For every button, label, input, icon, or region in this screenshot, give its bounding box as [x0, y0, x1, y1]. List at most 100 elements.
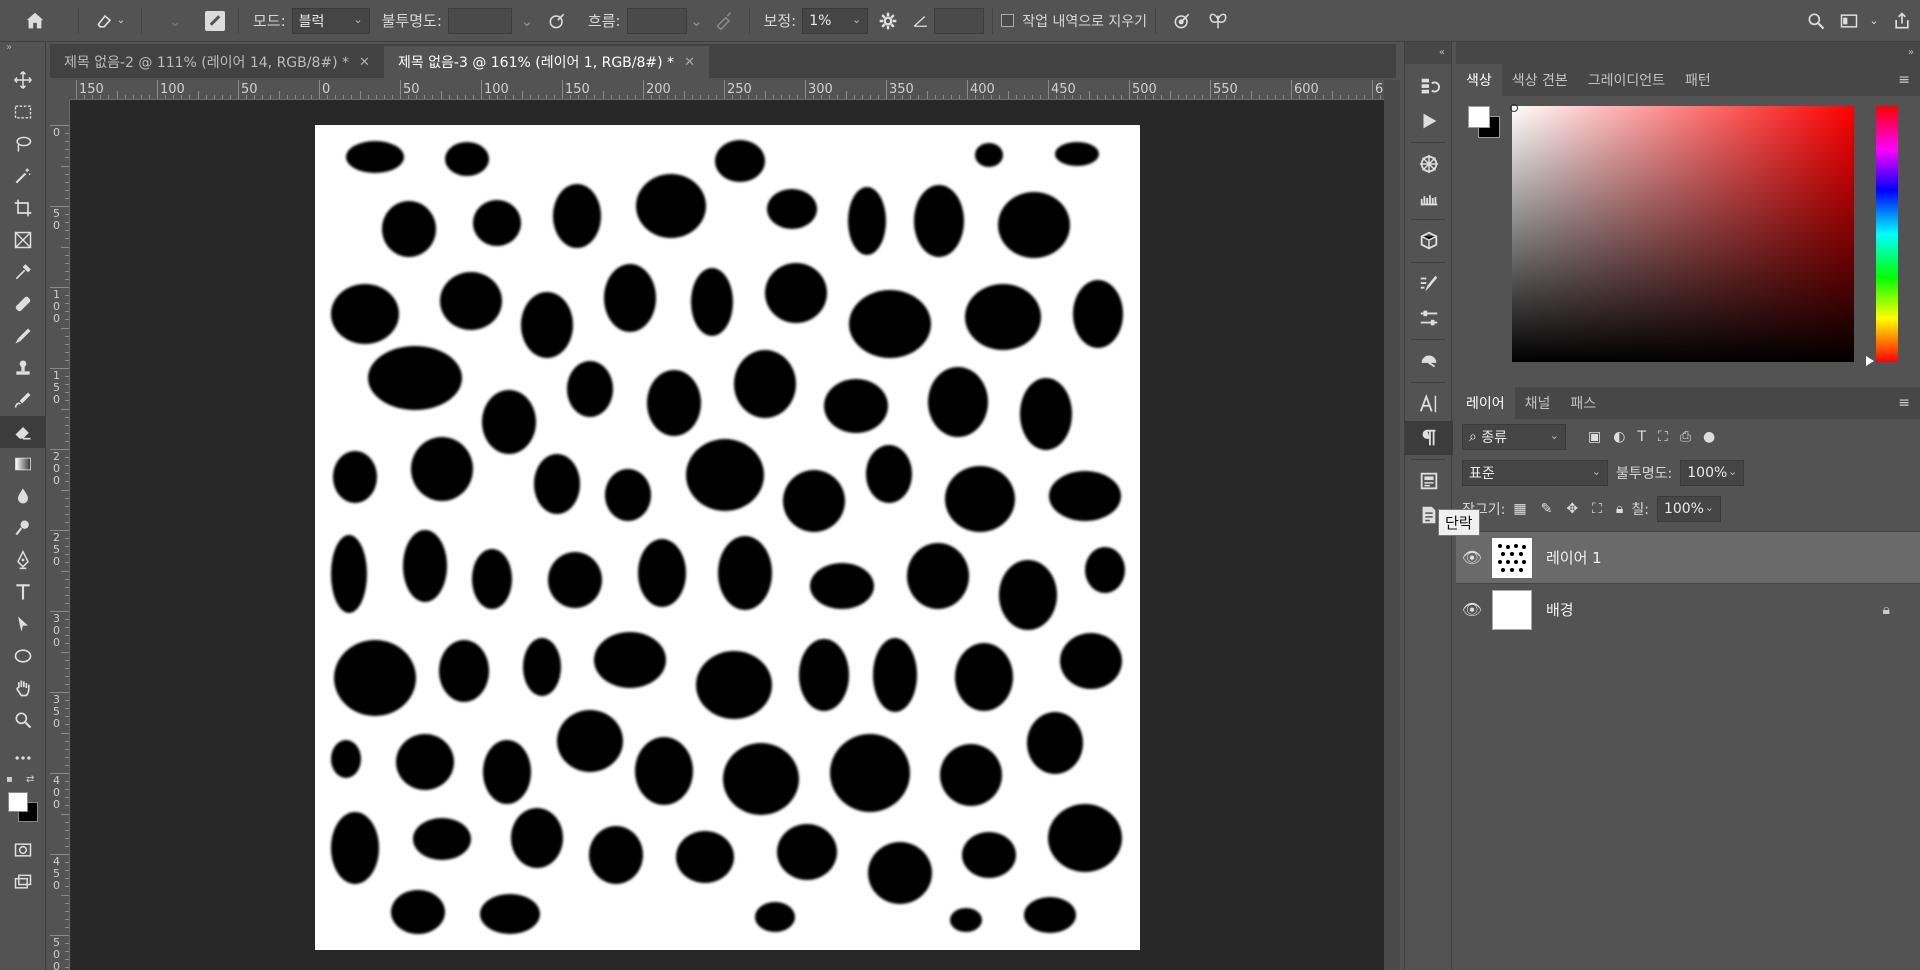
close-icon[interactable]: ✕: [684, 55, 695, 70]
eyedropper-tool-icon[interactable]: [0, 256, 46, 288]
layer-name[interactable]: 레이어 1: [1546, 547, 1602, 568]
pressure-size-icon[interactable]: [1164, 6, 1200, 36]
brush-tool-icon[interactable]: [0, 320, 46, 352]
3d-panel-icon[interactable]: [1405, 224, 1453, 258]
blur-tool-icon[interactable]: [0, 480, 46, 512]
actions-play-icon[interactable]: [1405, 104, 1453, 138]
tab-channels[interactable]: 채널: [1515, 387, 1561, 419]
gradient-tool-icon[interactable]: [0, 448, 46, 480]
glyphs-panel-icon[interactable]: [1405, 464, 1453, 498]
horizontal-ruler[interactable]: 150 100 50 0 50 100 150 200 250 300 350 400 450 500 55…: [70, 80, 1384, 100]
eraser-tool-icon[interactable]: [0, 416, 46, 448]
character-panel-icon[interactable]: [1405, 387, 1453, 421]
type-layer-filter-icon[interactable]: T: [1637, 429, 1646, 445]
tab-document-3[interactable]: 제목 없음-3 @ 161% (레이어 1, RGB/8#) * ✕: [383, 46, 709, 78]
layer-row-background[interactable]: 👁︎ 배경 🔒︎: [1456, 583, 1920, 635]
mode-select[interactable]: 블럭 ⌄: [291, 7, 370, 34]
magic-wand-tool-icon[interactable]: [0, 160, 46, 192]
hue-slider[interactable]: [1876, 106, 1898, 362]
pen-tool-icon[interactable]: [0, 544, 46, 576]
layer-name[interactable]: 배경: [1546, 599, 1574, 620]
search-icon[interactable]: [1798, 6, 1834, 36]
lock-transparent-pixels-icon[interactable]: ▦: [1513, 501, 1526, 517]
layer-thumbnail[interactable]: [1492, 537, 1532, 578]
history-panel-icon[interactable]: [1405, 70, 1453, 104]
filter-toggle-icon[interactable]: ●: [1703, 429, 1715, 445]
visibility-eye-icon[interactable]: 👁︎: [1456, 548, 1488, 567]
airbrush-icon[interactable]: [707, 6, 741, 36]
healing-brush-tool-icon[interactable]: [0, 288, 46, 320]
opacity-input[interactable]: [447, 7, 512, 34]
dock-collapse-icon[interactable]: «: [1405, 42, 1451, 64]
symmetry-butterfly-icon[interactable]: [1200, 6, 1236, 36]
adjustments-panel-icon[interactable]: [1405, 301, 1453, 335]
type-tool-icon[interactable]: [0, 576, 46, 608]
flow-dropdown[interactable]: ⌄: [687, 6, 707, 36]
ruler-corner[interactable]: [50, 80, 70, 100]
brush-preset-panel-icon[interactable]: [1405, 267, 1453, 301]
close-icon[interactable]: ✕: [359, 55, 370, 70]
tool-presets-panel-icon[interactable]: [1405, 344, 1453, 378]
hue-slider-handle[interactable]: [1866, 356, 1874, 366]
crop-tool-icon[interactable]: [0, 192, 46, 224]
opacity-dropdown[interactable]: ⌄: [512, 6, 542, 36]
toolbar-collapse-icon[interactable]: »: [0, 42, 45, 54]
eraser-tool-preset-icon[interactable]: ⌄: [87, 6, 133, 36]
brush-preset-picker[interactable]: ⌄: [150, 6, 200, 36]
tab-patterns[interactable]: 패턴: [1675, 64, 1721, 96]
layer-row-layer-1[interactable]: 👁︎ 레이어 1: [1456, 531, 1920, 583]
panel-menu-icon[interactable]: ≡: [1898, 72, 1910, 88]
share-icon[interactable]: [1884, 6, 1920, 36]
quick-mask-icon[interactable]: [0, 834, 46, 866]
document-canvas[interactable]: [315, 125, 1140, 950]
path-selection-tool-icon[interactable]: [0, 608, 46, 640]
lock-all-icon[interactable]: 🔒︎: [1616, 501, 1623, 517]
tab-color[interactable]: 색상: [1456, 64, 1502, 96]
brush-settings-panel-icon[interactable]: [1405, 147, 1453, 181]
history-brush-tool-icon[interactable]: [0, 384, 46, 416]
move-tool-icon[interactable]: [0, 64, 46, 96]
fill-input[interactable]: 100% ⌄: [1656, 496, 1721, 522]
canvas-area[interactable]: [70, 100, 1384, 970]
color-field[interactable]: [1512, 106, 1854, 362]
clone-stamp-tool-icon[interactable]: [0, 352, 46, 384]
workspace-dropdown-chevron-icon[interactable]: ⌄: [1864, 6, 1884, 36]
adjustment-layer-filter-icon[interactable]: ◐: [1613, 429, 1625, 445]
canvas-scrollbar[interactable]: [1384, 80, 1400, 970]
screen-mode-icon[interactable]: [0, 866, 46, 898]
brush-settings-icon[interactable]: [200, 6, 230, 36]
smart-object-filter-icon[interactable]: ⎙: [1680, 429, 1691, 445]
home-icon[interactable]: [0, 6, 70, 36]
dodge-tool-icon[interactable]: [0, 512, 46, 544]
tab-gradients[interactable]: 그레이디언트: [1578, 64, 1675, 96]
foreground-color-swatch[interactable]: [1468, 106, 1490, 128]
paragraph-panel-icon[interactable]: [1405, 421, 1453, 455]
tab-layers[interactable]: 레이어: [1456, 387, 1515, 419]
shape-layer-filter-icon[interactable]: ⛶: [1658, 429, 1668, 445]
default-colors-icon[interactable]: ▪: [6, 774, 13, 785]
angle-icon[interactable]: [908, 6, 934, 36]
pressure-opacity-icon[interactable]: [542, 6, 572, 36]
zoom-tool-icon[interactable]: [0, 704, 46, 736]
smoothing-settings-gear-icon[interactable]: [868, 6, 908, 36]
pixel-layer-filter-icon[interactable]: ▣: [1588, 429, 1601, 445]
brushes-panel-icon[interactable]: [1405, 181, 1453, 215]
foreground-color-swatch[interactable]: [8, 792, 28, 812]
vertical-ruler[interactable]: 0 50 100 150 200 250 300 350 400 450 500: [50, 100, 70, 970]
swap-colors-icon[interactable]: ⇄: [26, 774, 34, 785]
lock-icon[interactable]: 🔒︎: [1883, 602, 1890, 618]
color-picker-cursor[interactable]: [1510, 104, 1518, 112]
ellipse-tool-icon[interactable]: [0, 640, 46, 672]
visibility-eye-icon[interactable]: 👁︎: [1456, 600, 1488, 619]
layer-filter-select[interactable]: ⌕ 종류 ⌄: [1462, 424, 1566, 450]
smoothing-input[interactable]: 1% ⌄: [802, 7, 869, 34]
hand-tool-icon[interactable]: [0, 672, 46, 704]
workspace-icon[interactable]: [1834, 6, 1864, 36]
angle-input[interactable]: [934, 7, 985, 34]
panel-menu-icon[interactable]: ≡: [1898, 395, 1910, 411]
tab-swatches[interactable]: 색상 견본: [1502, 64, 1578, 96]
lasso-tool-icon[interactable]: [0, 128, 46, 160]
lock-image-pixels-icon[interactable]: ✎: [1541, 501, 1553, 517]
marquee-tool-icon[interactable]: [0, 96, 46, 128]
layer-opacity-input[interactable]: 100% ⌄: [1680, 460, 1745, 486]
